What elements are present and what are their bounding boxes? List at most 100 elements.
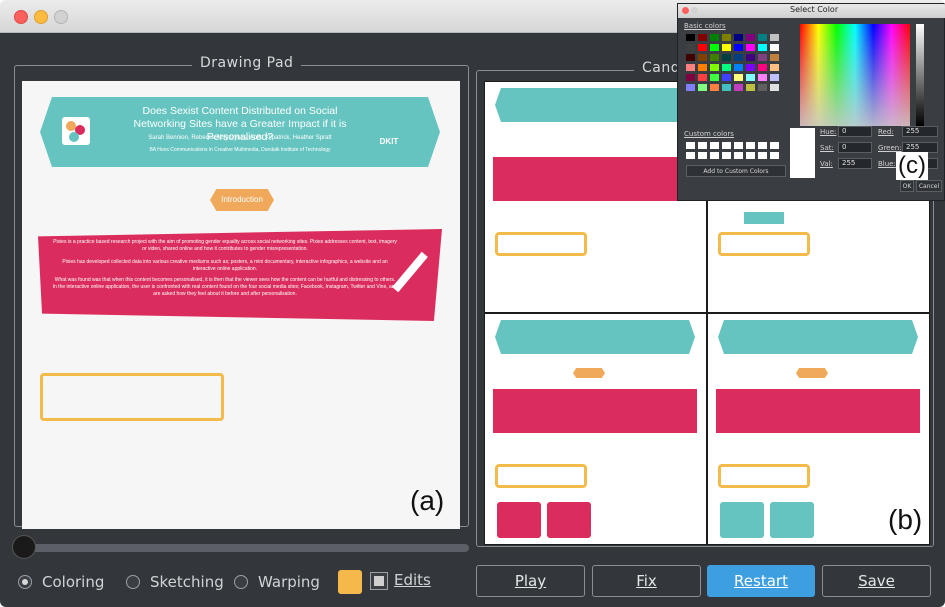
basic-color-swatch[interactable] [686,74,695,81]
basic-color-swatch[interactable] [698,84,707,91]
custom-color-swatch[interactable] [710,152,719,159]
timeline-slider-handle[interactable] [12,535,36,559]
basic-color-swatch[interactable] [746,34,755,41]
basic-color-swatch[interactable] [686,64,695,71]
radio-indicator [126,575,140,589]
basic-color-swatch[interactable] [722,54,731,61]
basic-color-swatch[interactable] [746,54,755,61]
basic-color-swatch[interactable] [734,74,743,81]
basic-color-swatch[interactable] [734,44,743,51]
basic-color-swatch[interactable] [722,34,731,41]
dialog-close-button[interactable] [682,7,689,14]
custom-color-swatch[interactable] [686,152,695,159]
intro-text-band: Pixies is a practice based research proj… [38,229,442,321]
basic-color-swatch[interactable] [746,44,755,51]
val-field[interactable]: 255 [838,158,872,169]
custom-color-swatch[interactable] [770,142,779,149]
basic-color-swatch[interactable] [746,84,755,91]
basic-color-swatch[interactable] [722,64,731,71]
custom-color-swatch[interactable] [686,142,695,149]
basic-color-swatch[interactable] [710,34,719,41]
radio-indicator-on [18,575,32,589]
basic-color-swatch[interactable] [770,84,779,91]
cancel-button[interactable]: Cancel [916,180,942,192]
custom-color-swatch[interactable] [734,152,743,159]
basic-color-swatch[interactable] [758,74,767,81]
basic-color-swatch[interactable] [770,44,779,51]
close-window-button[interactable] [14,10,28,24]
sat-field[interactable]: 0 [838,142,872,153]
basic-color-swatch[interactable] [758,34,767,41]
basic-color-swatch[interactable] [710,44,719,51]
color-spectrum[interactable] [800,24,910,126]
hue-field[interactable]: 0 [838,126,872,137]
add-custom-color-button[interactable]: Add to Custom Colors [686,165,786,177]
mode-warping-radio[interactable]: Warping [234,573,320,591]
red-field[interactable]: 255 [902,126,938,137]
basic-color-swatch[interactable] [758,84,767,91]
basic-color-swatch[interactable] [734,64,743,71]
ok-button[interactable]: OK [900,180,914,192]
poster-banner: Does Sexist Content Distributed on Socia… [40,97,440,167]
timeline-slider-track[interactable] [16,544,469,552]
basic-color-swatch[interactable] [734,84,743,91]
candidate-4[interactable]: (b) [708,314,929,544]
drawing-canvas[interactable]: Does Sexist Content Distributed on Socia… [22,81,460,529]
basic-color-swatch[interactable] [710,64,719,71]
mode-sketching-label: Sketching [150,573,224,591]
basic-color-swatch[interactable] [722,74,731,81]
basic-color-swatch[interactable] [758,44,767,51]
current-color-swatch[interactable] [338,570,362,594]
custom-color-swatch[interactable] [770,152,779,159]
edits-checkbox[interactable] [370,572,388,590]
intro-para-1: Pixies is a practice based research proj… [53,239,397,252]
mode-sketching-radio[interactable]: Sketching [126,573,224,591]
label-c: (c) [896,152,928,180]
basic-color-swatch[interactable] [770,34,779,41]
basic-color-swatch[interactable] [698,34,707,41]
save-button[interactable]: Save [822,565,931,597]
basic-color-swatch[interactable] [710,54,719,61]
basic-color-swatch[interactable] [746,64,755,71]
custom-color-swatch[interactable] [722,142,731,149]
basic-color-swatch[interactable] [734,54,743,61]
basic-color-swatch[interactable] [686,34,695,41]
basic-color-swatch[interactable] [758,54,767,61]
fix-button[interactable]: Fix [592,565,701,597]
custom-color-swatch[interactable] [722,152,731,159]
basic-color-swatch[interactable] [770,64,779,71]
basic-color-swatch[interactable] [686,84,695,91]
basic-color-swatch[interactable] [722,44,731,51]
basic-color-swatch[interactable] [698,74,707,81]
basic-color-swatch[interactable] [722,84,731,91]
custom-color-swatch[interactable] [746,142,755,149]
zoom-window-button[interactable] [54,10,68,24]
basic-color-swatch[interactable] [686,54,695,61]
basic-color-swatch[interactable] [710,84,719,91]
custom-color-swatch[interactable] [758,142,767,149]
basic-color-swatch[interactable] [710,74,719,81]
basic-color-swatch[interactable] [698,64,707,71]
custom-color-swatch[interactable] [698,152,707,159]
basic-color-swatch[interactable] [746,74,755,81]
mode-coloring-radio[interactable]: Coloring [18,573,104,591]
basic-color-swatch[interactable] [758,64,767,71]
candidate-1[interactable] [485,82,706,312]
candidate-3[interactable] [485,314,706,544]
restart-button[interactable]: Restart [707,565,815,597]
value-slider[interactable] [916,24,924,126]
custom-color-swatch[interactable] [758,152,767,159]
basic-color-swatch[interactable] [770,74,779,81]
basic-color-swatch[interactable] [698,54,707,61]
basic-color-swatch[interactable] [698,44,707,51]
minimize-window-button[interactable] [34,10,48,24]
custom-color-swatch[interactable] [698,142,707,149]
basic-color-swatch[interactable] [734,34,743,41]
basic-color-swatch[interactable] [686,44,695,51]
play-button[interactable]: Play [476,565,585,597]
custom-color-swatch[interactable] [746,152,755,159]
custom-color-swatch[interactable] [710,142,719,149]
basic-color-swatch[interactable] [770,54,779,61]
dialog-minimize-button[interactable] [691,7,698,14]
custom-color-swatch[interactable] [734,142,743,149]
